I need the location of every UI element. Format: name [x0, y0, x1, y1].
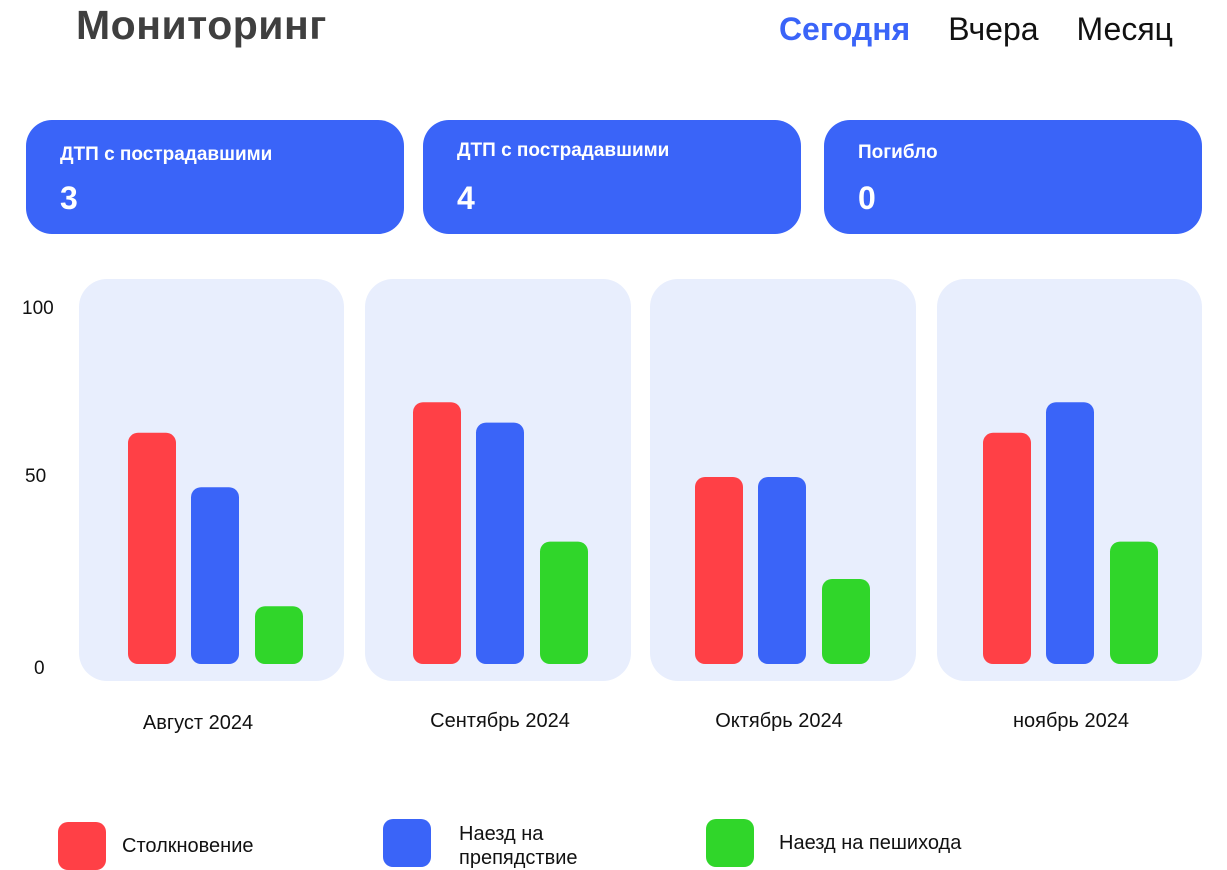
bar-pedestrian-3 — [822, 579, 870, 664]
bar-obstacle-3 — [758, 477, 806, 664]
bar-pedestrian-2 — [540, 541, 588, 664]
legend-label-pedestrian: Наезд на пешихода — [779, 832, 962, 854]
legend-label-collision: Столкновение — [122, 835, 254, 857]
bar-obstacle-4 — [1046, 402, 1094, 664]
legend-swatch-collision — [58, 822, 106, 870]
bar-collision-4 — [983, 432, 1031, 664]
legend-swatch-obstacle — [383, 819, 431, 867]
category-label-august: Август 2024 — [142, 712, 254, 734]
category-label-november: ноябрь 2024 — [1012, 710, 1130, 732]
bar-pedestrian-1 — [255, 606, 303, 664]
bar-obstacle-2 — [476, 422, 524, 664]
page: Мониторинг Сегодня Вчера Месяц ДТП с пос… — [0, 0, 1227, 870]
legend-swatch-pedestrian — [706, 819, 754, 867]
bar-chart — [128, 402, 1158, 664]
category-label-september: Сентябрь 2024 — [430, 710, 570, 732]
legend-label-obstacle: Наезд на препядствие — [459, 823, 578, 869]
bar-obstacle-1 — [191, 487, 239, 664]
category-label-october: Октябрь 2024 — [715, 710, 843, 732]
bar-collision-2 — [413, 402, 461, 664]
bar-collision-1 — [128, 432, 176, 664]
bar-collision-3 — [695, 477, 743, 664]
bar-pedestrian-4 — [1110, 541, 1158, 664]
